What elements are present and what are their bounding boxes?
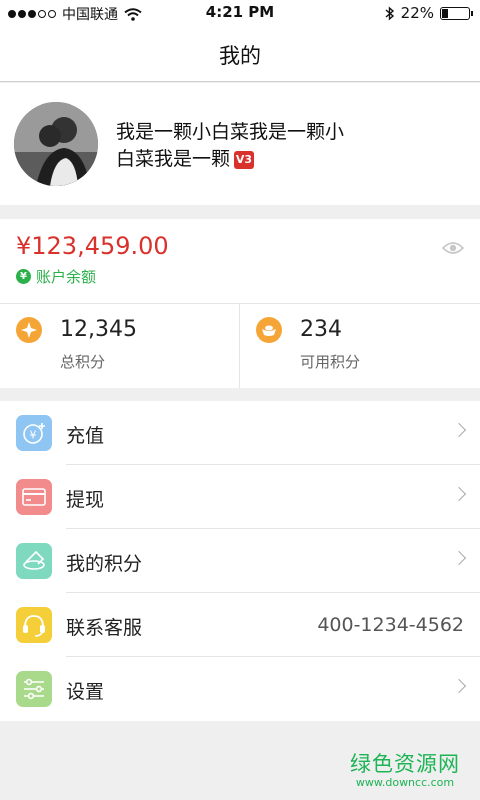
watermark: 绿色资源网 www.downcc.com <box>340 748 470 789</box>
menu-label-recharge: 充值 <box>66 425 105 447</box>
service-phone[interactable]: 400-1234-4562 <box>317 614 464 636</box>
nav-bar: 我的 <box>0 26 480 82</box>
menu-item-contact-service[interactable]: 联系客服 400-1234-4562 <box>0 593 480 657</box>
menu-list: ¥ 充值 提现 我的积分 联系客服 400-1234-4562 设置 <box>0 401 480 721</box>
available-points-cell[interactable]: 234 可用积分 <box>240 304 480 388</box>
ingot-icon <box>256 317 282 343</box>
total-points-value: 12,345 <box>60 317 137 342</box>
menu-item-recharge[interactable]: ¥ 充值 <box>0 401 480 465</box>
chevron-right-icon <box>451 550 467 566</box>
watermark-url: www.downcc.com <box>355 776 455 789</box>
settings-icon <box>16 671 52 707</box>
menu-label-my-points: 我的积分 <box>66 553 143 575</box>
profile-name-text: 我是一颗小白菜我是一颗小白菜我是一颗 <box>116 121 345 170</box>
total-points-icon <box>16 317 42 343</box>
battery-icon <box>440 6 473 20</box>
menu-item-withdraw[interactable]: 提现 <box>0 465 480 529</box>
battery-percent: 22% <box>400 4 434 22</box>
balance-label-row: ¥ 账户余额 <box>16 266 96 287</box>
status-bar: 中国联通 4:21 PM 22% <box>0 0 480 26</box>
chevron-right-icon <box>451 678 467 694</box>
avatar[interactable] <box>14 102 98 186</box>
withdraw-icon <box>16 479 52 515</box>
menu-item-settings[interactable]: 设置 <box>0 657 480 721</box>
menu-label-settings: 设置 <box>66 681 105 703</box>
points-section: 12,345 总积分 234 可用积分 <box>0 304 480 388</box>
yen-icon: ¥ <box>16 269 31 284</box>
menu-label-withdraw: 提现 <box>66 489 105 511</box>
svg-text:¥: ¥ <box>30 429 37 442</box>
level-badge: V3 <box>234 150 255 169</box>
balance-amount: ¥123,459.00 <box>16 232 169 260</box>
service-icon <box>16 607 52 643</box>
profile-name: 我是一颗小白菜我是一颗小白菜我是一颗 V3 <box>116 119 346 173</box>
points-icon <box>16 543 52 579</box>
total-points-label: 总积分 <box>60 353 106 371</box>
battery-fill <box>442 8 449 18</box>
recharge-icon: ¥ <box>16 415 52 451</box>
available-points-label: 可用积分 <box>300 353 361 371</box>
available-points-value: 234 <box>300 317 342 342</box>
chevron-right-icon <box>451 486 467 502</box>
total-points-cell[interactable]: 12,345 总积分 <box>0 304 240 388</box>
status-right: 22% <box>385 4 473 22</box>
balance-label: 账户余额 <box>36 268 97 286</box>
menu-label-contact-service: 联系客服 <box>66 617 143 639</box>
profile-section[interactable]: 我是一颗小白菜我是一颗小白菜我是一颗 V3 <box>0 83 480 205</box>
balance-section[interactable]: ¥123,459.00 ¥ 账户余额 <box>0 219 480 304</box>
menu-item-my-points[interactable]: 我的积分 <box>0 529 480 593</box>
eye-icon[interactable] <box>442 241 464 255</box>
chevron-right-icon <box>451 422 467 438</box>
bluetooth-icon <box>385 5 394 21</box>
watermark-title: 绿色资源网 <box>350 752 460 776</box>
page-title: 我的 <box>219 44 261 68</box>
